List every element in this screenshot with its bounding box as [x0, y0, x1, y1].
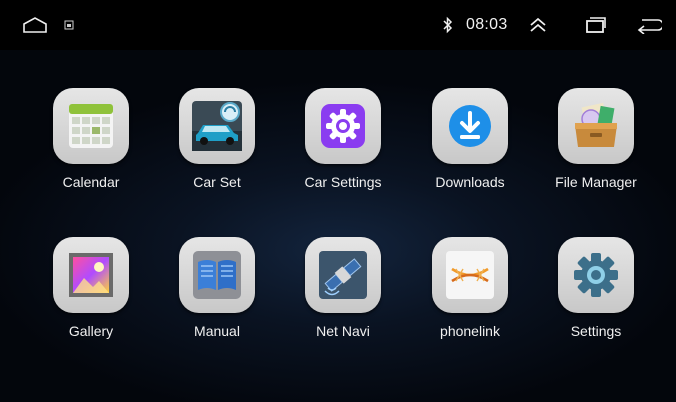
- manual-book-icon: [193, 251, 241, 299]
- app-file-manager[interactable]: File Manager: [536, 88, 656, 210]
- app-calendar[interactable]: Calendar: [31, 88, 151, 210]
- app-downloads[interactable]: Downloads: [410, 88, 530, 210]
- app-label: Manual: [194, 323, 240, 339]
- phonelink-tile: [432, 237, 508, 313]
- bluetooth-icon: [440, 0, 456, 50]
- home-icon[interactable]: [20, 0, 50, 50]
- app-label: phonelink: [440, 323, 500, 339]
- app-label: Car Settings: [304, 174, 382, 190]
- car-set-icon: [192, 101, 242, 151]
- app-car-set[interactable]: Car Set: [157, 88, 277, 210]
- calendar-icon: [69, 104, 113, 148]
- car-set-tile: [179, 88, 255, 164]
- status-bar: 08:03: [0, 0, 676, 50]
- settings-tile: [558, 237, 634, 313]
- app-net-navi[interactable]: Net Navi: [283, 237, 403, 359]
- calendar-tile: [53, 88, 129, 164]
- clock: 08:03: [466, 16, 508, 33]
- download-arrow-icon: [449, 105, 491, 147]
- recent-apps-icon[interactable]: [582, 0, 610, 50]
- app-manual[interactable]: Manual: [157, 237, 277, 359]
- phonelink-icon: [446, 251, 494, 299]
- car-settings-gear-icon: [321, 104, 365, 148]
- file-manager-tile: [558, 88, 634, 164]
- app-label: Gallery: [68, 323, 114, 339]
- app-settings[interactable]: Settings: [536, 237, 656, 359]
- home-screen: 08:03 Calendar Car Set Car Settings Down…: [0, 0, 676, 402]
- back-icon[interactable]: [632, 0, 666, 50]
- app-label: Net Navi: [316, 323, 370, 339]
- app-grid: Calendar Car Set Car Settings Downloads …: [0, 50, 676, 402]
- app-gallery[interactable]: Gallery: [31, 237, 151, 359]
- app-label: Downloads: [435, 174, 505, 190]
- expand-up-icon[interactable]: [524, 0, 552, 50]
- app-car-settings[interactable]: Car Settings: [283, 88, 403, 210]
- app-label: Calendar: [62, 174, 120, 190]
- app-label: Car Set: [193, 174, 241, 190]
- app-phonelink[interactable]: phonelink: [410, 237, 530, 359]
- notification-icon: [62, 0, 76, 50]
- net-navi-tile: [305, 237, 381, 313]
- downloads-tile: [432, 88, 508, 164]
- file-box-icon: [575, 102, 617, 147]
- app-label: File Manager: [555, 174, 637, 190]
- car-settings-tile: [305, 88, 381, 164]
- gallery-tile: [53, 237, 129, 313]
- settings-gear-icon: [574, 253, 618, 297]
- gallery-picture-icon: [69, 253, 113, 297]
- manual-tile: [179, 237, 255, 313]
- app-label: Settings: [570, 323, 622, 339]
- satellite-icon: [319, 251, 367, 299]
